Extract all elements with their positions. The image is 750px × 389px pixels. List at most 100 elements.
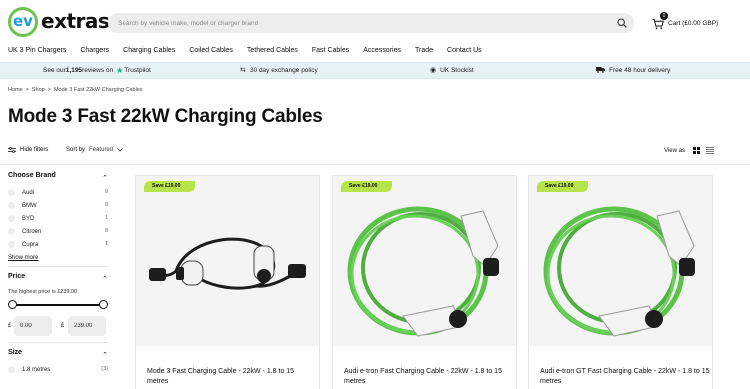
product-image[interactable] <box>529 176 712 346</box>
brand-count: 1 <box>104 215 108 221</box>
checkbox[interactable] <box>8 202 15 209</box>
breadcrumb-shop[interactable]: Shop <box>32 87 45 93</box>
brand-option-byd[interactable]: BYD 1 <box>8 212 108 225</box>
nav-coiled-cables[interactable]: Coiled Cables <box>189 44 233 62</box>
breadcrumb-current: Mode 3 Fast 22kW Charging Cables <box>53 87 143 93</box>
checkbox[interactable] <box>8 241 15 248</box>
usp-delivery: Free 48 hour delivery <box>596 66 670 75</box>
toolbar-divider <box>0 164 750 165</box>
list-view-icon[interactable] <box>705 147 714 154</box>
currency-symbol: £ <box>8 323 12 329</box>
brand-facet-title: Choose Brand <box>8 172 56 179</box>
price-min-input[interactable] <box>14 316 52 336</box>
delivery-truck-icon <box>596 66 605 75</box>
trustpilot-star-icon: ★ <box>116 66 124 75</box>
view-as-label: View as <box>664 147 685 154</box>
product-card[interactable]: Save £19.00 Audi e-tron Fast Charging Ca… <box>332 175 517 389</box>
cart-button[interactable]: 0 Cart (£0.00 GBP) <box>652 12 719 30</box>
filter-sidebar: Choose Brand ⌃ Audi 9 BMW 8 BYD 1 Citroe… <box>8 172 108 376</box>
sort-label: Sort by <box>66 147 86 153</box>
product-card[interactable]: Save £19.00 Mode 3 Fast Charging Cable -… <box>135 175 320 389</box>
price-max-input[interactable] <box>68 316 106 336</box>
sort-value: Featured <box>89 147 114 153</box>
brand-option-citroen[interactable]: Citroen 8 <box>8 225 108 238</box>
chevron-up-icon: ⌃ <box>102 352 108 359</box>
stockist-badge-icon: ◉ <box>430 67 437 74</box>
trustpilot-reviews[interactable]: See our 1,195 reviews on ★ Trustpilot <box>43 66 151 75</box>
cart-label: Cart (£0.00 GBP) <box>668 19 719 27</box>
price-facet-header[interactable]: Price ⌃ <box>8 273 108 287</box>
hide-filters-button[interactable]: Hide filters <box>8 147 48 153</box>
brand-name: Citroen <box>22 228 42 235</box>
size-option-1-8m[interactable]: 1.8 metres (3) <box>8 363 108 376</box>
nav-charging-cables[interactable]: Charging Cables <box>123 44 175 62</box>
nav-chargers[interactable]: Chargers <box>80 44 109 62</box>
site-header: ev extras 0 Cart (£0.00 GBP) <box>0 0 750 44</box>
green-cable-image <box>543 206 695 337</box>
stockist-label: UK Stockist <box>440 66 474 74</box>
brand-facet-header[interactable]: Choose Brand ⌃ <box>8 172 108 186</box>
search-input[interactable] <box>108 13 608 33</box>
highest-price-note: The highest price is £239.00 <box>8 289 78 295</box>
product-title[interactable]: Audi e-tron GT Fast Charging Cable - 22k… <box>540 367 710 387</box>
save-badge: Save £19.00 <box>537 181 588 192</box>
nav-trade[interactable]: Trade <box>415 44 433 62</box>
slider-track <box>11 304 105 306</box>
brand-name: BMW <box>22 202 37 209</box>
nav-tethered-cables[interactable]: Tethered Cables <box>247 44 298 62</box>
collection-toolbar: Hide filters Sort by Featured View as <box>0 143 750 159</box>
price-range-slider[interactable] <box>8 299 108 311</box>
view-switcher: View as <box>664 147 714 154</box>
nav-contact-us[interactable]: Contact Us <box>447 44 482 62</box>
show-more-brands-link[interactable]: Show more <box>8 252 108 266</box>
size-name: 1.8 metres <box>22 366 51 373</box>
product-title[interactable]: Mode 3 Fast Charging Cable - 22kW - 1.8 … <box>147 367 317 387</box>
currency-symbol: £ <box>61 323 65 329</box>
brand-option-cupra[interactable]: Cupra 1 <box>8 238 108 251</box>
product-image[interactable] <box>333 176 516 346</box>
facet-divider <box>8 342 108 343</box>
product-image[interactable] <box>136 176 319 346</box>
chevron-up-icon: ⌃ <box>102 276 108 283</box>
cart-count-badge: 0 <box>660 12 668 20</box>
checkbox[interactable] <box>8 189 15 196</box>
slider-min-handle[interactable] <box>8 300 17 309</box>
slider-max-handle[interactable] <box>99 300 108 309</box>
grid-view-icon[interactable] <box>692 147 700 154</box>
save-badge: Save £19.00 <box>341 181 392 192</box>
nav-fast-cables[interactable]: Fast Cables <box>312 44 349 62</box>
usp-bar: See our 1,195 reviews on ★ Trustpilot ⇆ … <box>0 62 750 79</box>
hide-filters-label: Hide filters <box>20 147 49 153</box>
breadcrumb: Home > Shop > Mode 3 Fast 22kW Charging … <box>8 87 146 93</box>
trustpilot-label: Trustpilot <box>124 67 151 74</box>
ev-extras-logo[interactable]: ev extras <box>8 6 110 38</box>
brand-option-bmw[interactable]: BMW 8 <box>8 199 108 212</box>
breadcrumb-separator: > <box>47 87 51 93</box>
checkbox[interactable] <box>8 215 15 222</box>
exchange-arrows-icon: ⇆ <box>240 67 246 74</box>
breadcrumb-home[interactable]: Home <box>8 87 23 93</box>
nav-accessories[interactable]: Accessories <box>363 44 401 62</box>
sort-dropdown[interactable]: Sort by Featured <box>66 147 123 153</box>
breadcrumb-separator: > <box>25 87 29 93</box>
brand-option-audi[interactable]: Audi 9 <box>8 186 108 199</box>
black-cable-image <box>149 237 306 290</box>
size-count: (3) <box>101 366 108 372</box>
page-title: Mode 3 Fast 22kW Charging Cables <box>8 106 323 127</box>
product-title[interactable]: Audi e-tron Fast Charging Cable - 22kW -… <box>344 367 514 387</box>
brand-count: 1 <box>104 241 108 247</box>
reviews-prefix: See our <box>43 67 66 74</box>
size-facet-title: Size <box>8 349 23 356</box>
price-inputs: £ £ <box>8 316 108 338</box>
brand-count: 8 <box>104 202 108 208</box>
checkbox[interactable] <box>8 228 15 235</box>
size-facet-header[interactable]: Size ⌃ <box>8 349 108 363</box>
facet-divider <box>8 266 108 267</box>
checkbox[interactable] <box>8 366 15 373</box>
delivery-label: Free 48 hour delivery <box>609 67 671 74</box>
nav-uk-3-pin-chargers[interactable]: UK 3 Pin Chargers <box>8 44 66 62</box>
main-nav: UK 3 Pin Chargers Chargers Charging Cabl… <box>0 44 750 62</box>
brand-name: BYD <box>22 215 35 222</box>
product-card[interactable]: Save £19.00 Audi e-tron GT Fast Charging… <box>528 175 713 389</box>
search-icon[interactable] <box>617 18 627 28</box>
